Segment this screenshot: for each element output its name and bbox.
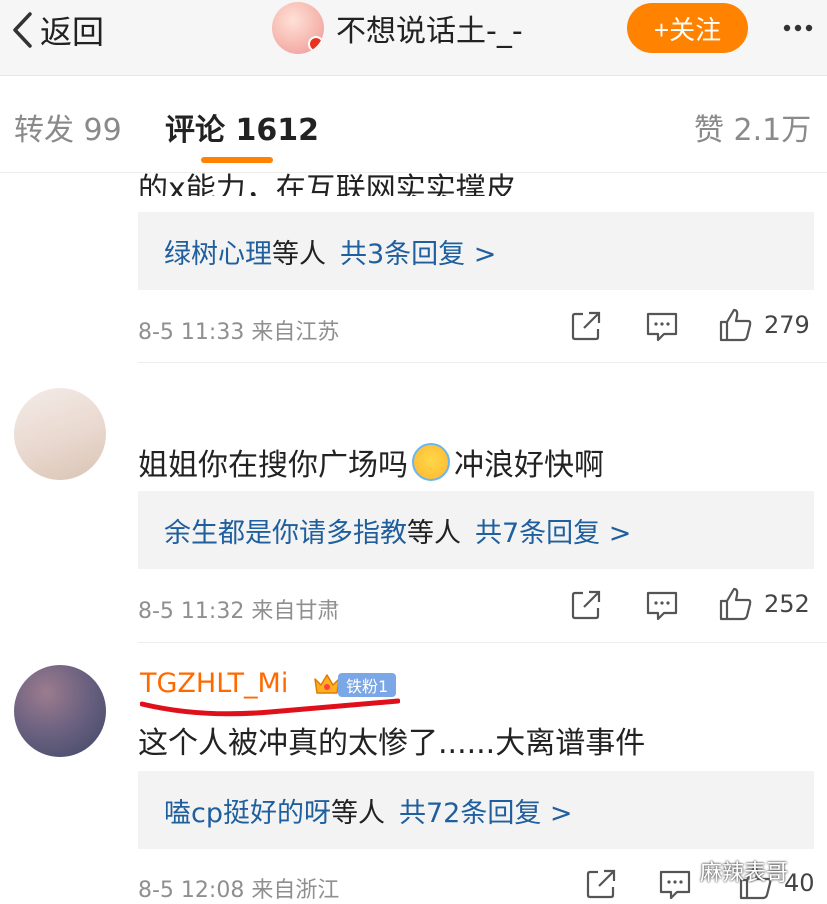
comment-time: 8-5 12:08 (138, 878, 245, 903)
comment-meta: 8-5 11:32 来自甘肃 (138, 593, 339, 625)
divider (138, 362, 827, 363)
reply-user[interactable]: 绿树心理 (164, 232, 272, 271)
tab-likes[interactable]: 赞 2.1万 (694, 105, 811, 149)
comment-meta: 8-5 12:08 来自浙江 (138, 872, 339, 904)
commenter-avatar[interactable] (14, 388, 106, 480)
reply-mid: 等人 (407, 517, 461, 549)
reply-user[interactable]: 余生都是你请多指教 (164, 511, 407, 550)
more-options-icon[interactable] (782, 12, 814, 44)
comment-location: 来自浙江 (251, 878, 340, 903)
share-button[interactable] (569, 309, 603, 347)
reply-preview[interactable]: 余生都是你请多指教 等人 共7条回复 > (138, 491, 814, 569)
thumbs-up-icon (719, 587, 752, 621)
comment-icon (659, 870, 691, 900)
reply-count[interactable]: 共72条回复 > (399, 791, 573, 830)
like-count: 252 (764, 590, 810, 618)
tab-reposts[interactable]: 转发 99 (14, 105, 122, 149)
comment-text: 的x能力，在互联网实实撑皮 (138, 152, 516, 196)
comment-location: 来自甘肃 (251, 599, 340, 624)
back-button[interactable]: 返回 (10, 8, 104, 52)
comment-button[interactable] (658, 867, 692, 904)
share-button[interactable] (569, 588, 603, 626)
comment-text: 姐姐你在搜你广场吗 冲浪好快啊 (138, 440, 604, 484)
share-icon (571, 311, 601, 341)
reply-preview[interactable]: 嗑cp挺好的呀 等人 共72条回复 > (138, 771, 814, 849)
red-annotation-underline (140, 698, 400, 717)
author-info[interactable]: 不想说话土-_- (272, 2, 523, 54)
comment-icon (646, 591, 678, 621)
emoji-icon (412, 443, 450, 481)
reply-preview[interactable]: 绿树心理 等人 共3条回复 > (138, 212, 814, 290)
share-button[interactable] (584, 867, 618, 904)
share-icon (586, 869, 616, 899)
follow-button[interactable]: +关注 (627, 3, 748, 53)
comment-button[interactable] (645, 588, 679, 626)
share-icon (571, 590, 601, 620)
comment-meta: 8-5 11:33 来自江苏 (138, 314, 339, 346)
watermark: 麻辣表哥 (700, 861, 789, 886)
like-button[interactable]: 252 (718, 586, 810, 622)
author-name[interactable]: 不想说话土-_- (336, 6, 523, 50)
top-navigation-bar: 返回 不想说话土-_- +关注 (0, 0, 827, 76)
fan-badge[interactable]: 铁粉1 (312, 670, 397, 700)
fan-badge-label: 铁粉1 (338, 673, 397, 697)
back-label: 返回 (40, 13, 105, 51)
like-button[interactable]: 279 (718, 307, 810, 343)
reply-mid: 等人 (330, 797, 385, 829)
comment-button[interactable] (645, 309, 679, 347)
comment-time: 8-5 11:33 (138, 320, 245, 345)
commenter-username[interactable]: TGZHLT_Mi (140, 668, 288, 699)
comment-icon (646, 312, 678, 342)
comment-text: 这个人被冲真的太惨了......大离谱事件 (138, 726, 646, 761)
reply-count[interactable]: 共7条回复 > (475, 511, 631, 550)
reply-count[interactable]: 共3条回复 > (340, 232, 496, 271)
like-count: 279 (764, 311, 810, 339)
like-count: 40 (784, 869, 815, 897)
reply-mid: 等人 (272, 238, 326, 270)
tab-comments[interactable]: 评论 1612 (165, 105, 319, 149)
comment-time: 8-5 11:32 (138, 599, 245, 624)
commenter-avatar[interactable] (14, 665, 106, 757)
comment-location: 来自江苏 (251, 320, 340, 345)
reply-user[interactable]: 嗑cp挺好的呀 (164, 791, 331, 830)
divider (138, 642, 827, 643)
thumbs-up-icon (719, 308, 752, 342)
verified-badge-icon (308, 36, 324, 52)
author-avatar[interactable] (272, 2, 324, 54)
chevron-left-icon (13, 12, 32, 48)
